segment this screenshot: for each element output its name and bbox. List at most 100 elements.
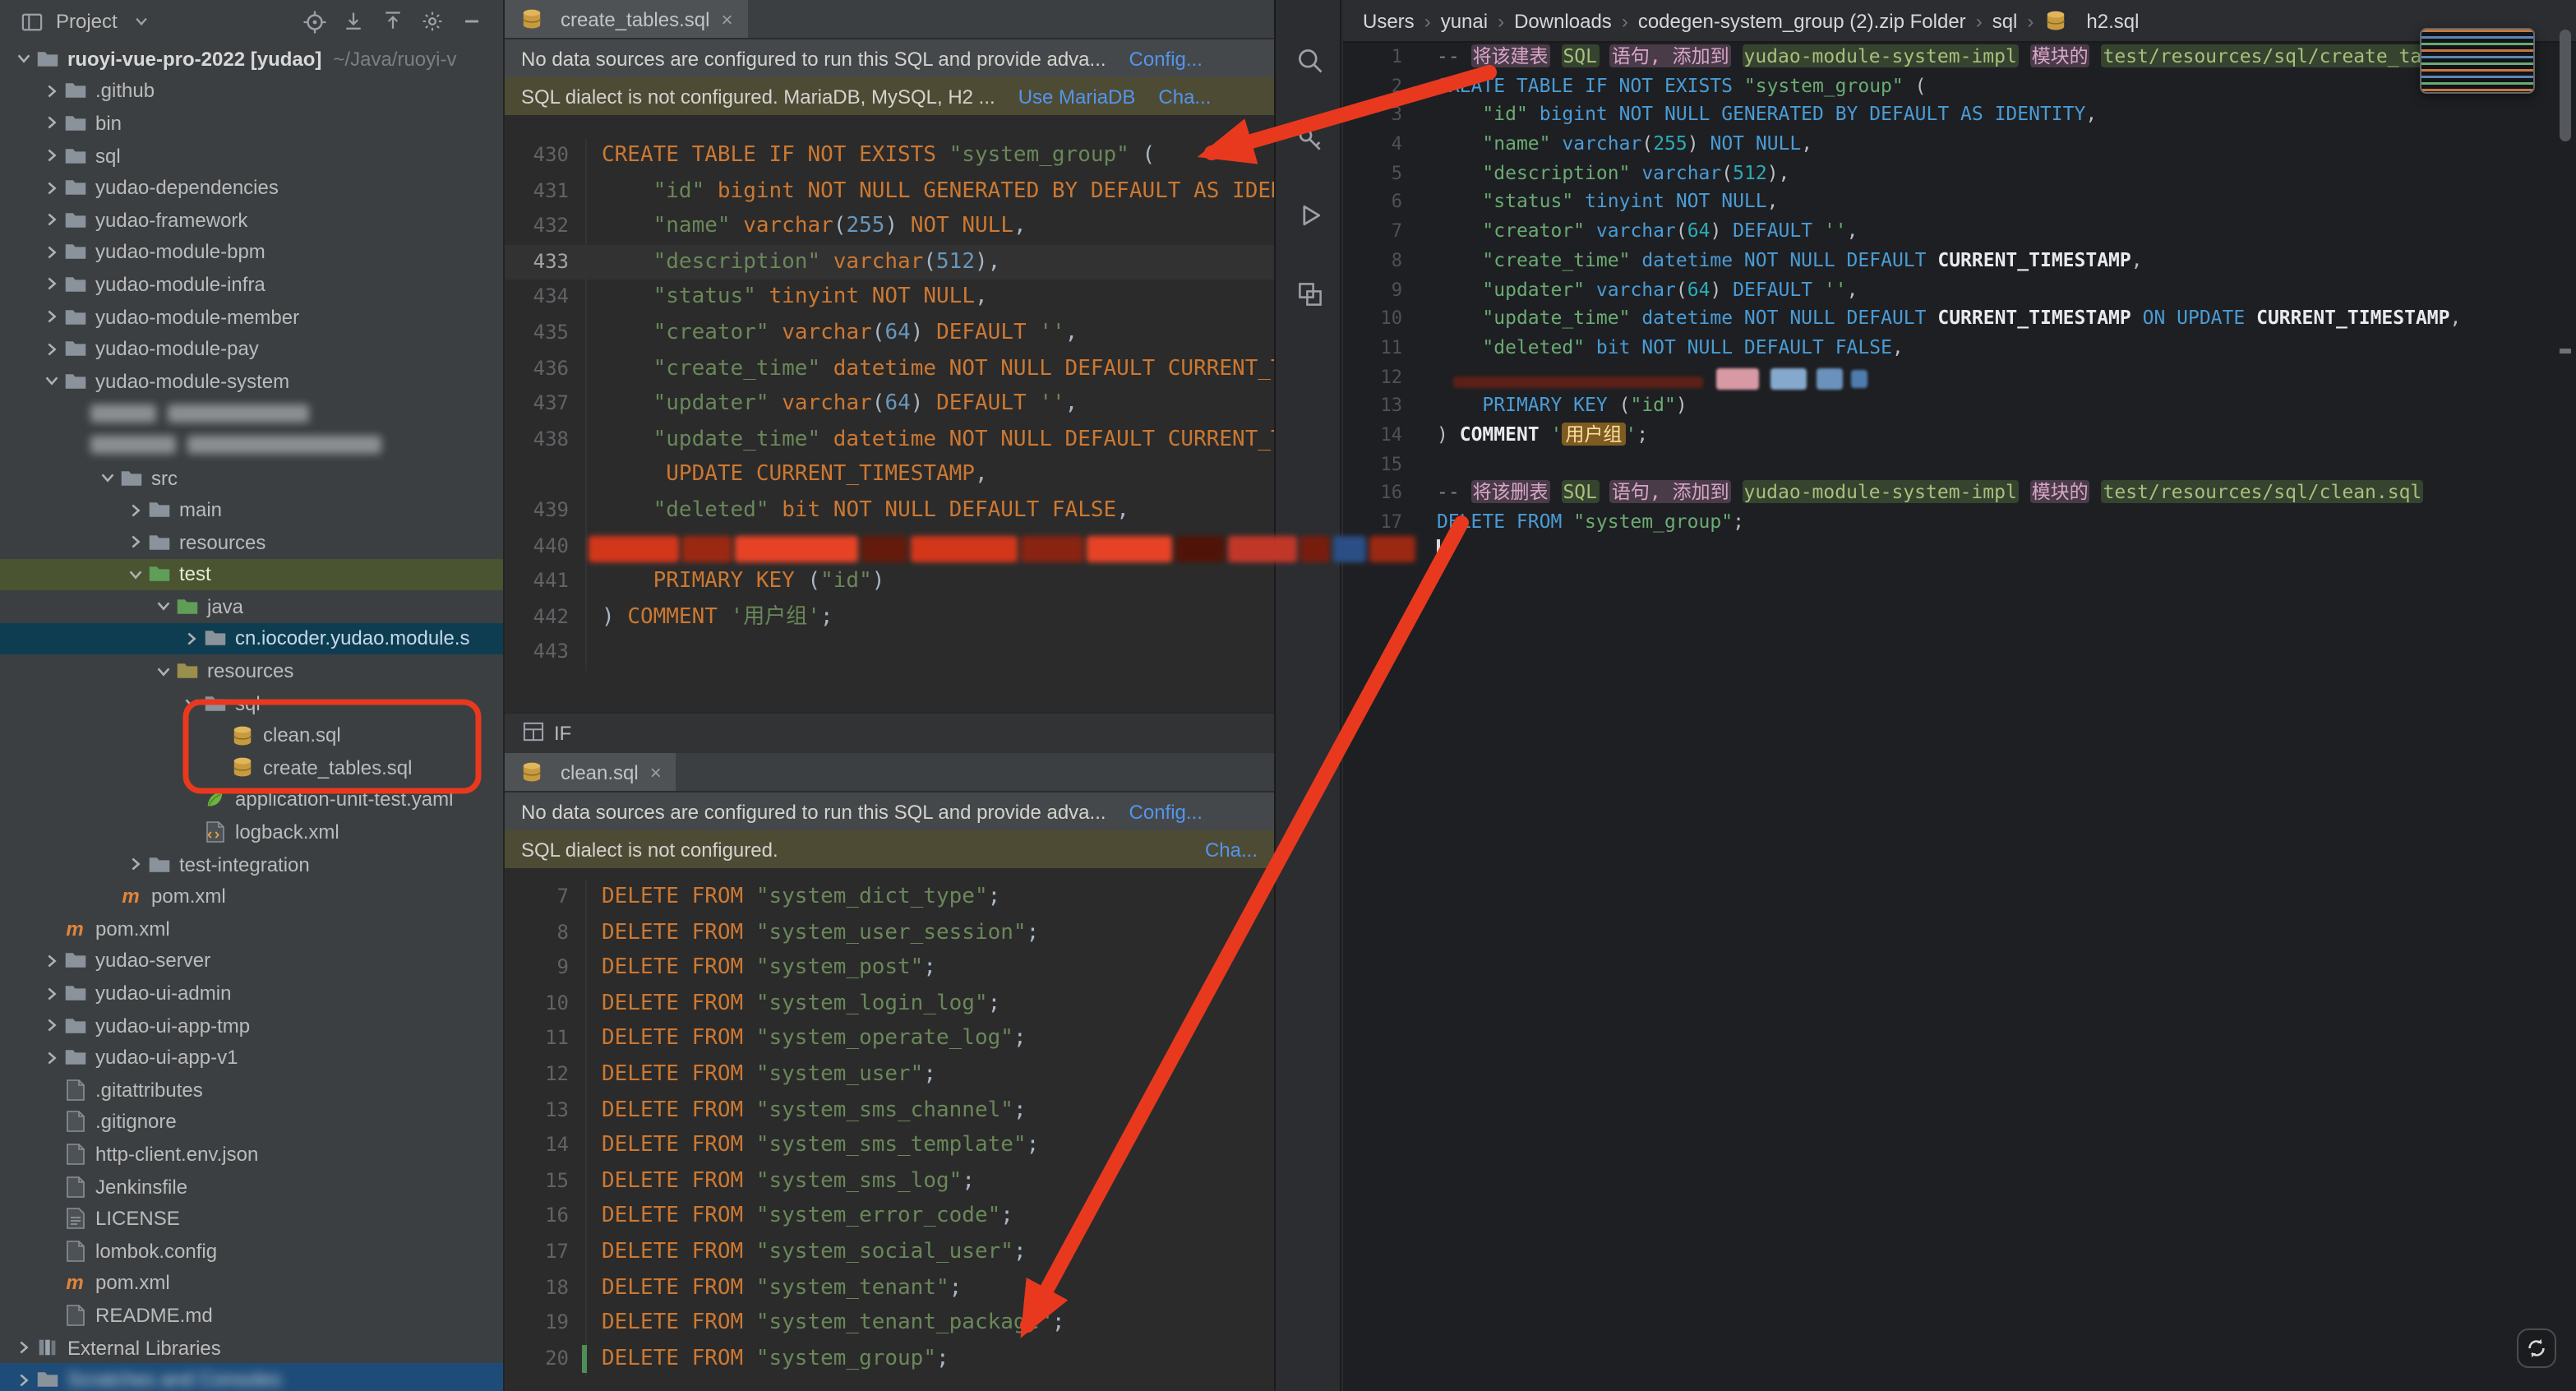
chevron-right-icon[interactable] [41,178,62,196]
code-editor-clean[interactable]: 7DELETE FROM "system_dict_type";8DELETE … [505,868,1274,1391]
chevron-right-icon[interactable] [13,1370,35,1389]
code-line[interactable]: 8DELETE FROM "system_user_session"; [505,915,1274,950]
tree-item[interactable]: Jenkinsfile [0,1171,503,1203]
configure-link[interactable]: Config... [1129,800,1203,823]
tree-item[interactable]: .gitignore [0,1106,503,1138]
tree-item[interactable] [0,397,503,429]
chevron-down-icon[interactable] [13,50,35,68]
chevron-right-icon[interactable] [41,275,62,293]
code-line[interactable]: 440 [505,529,1274,564]
tree-item[interactable]: lombok.config [0,1235,503,1267]
settings-gear-icon[interactable] [418,7,447,36]
code-line[interactable]: 2CREATE TABLE IF NOT EXISTS "system_grou… [1343,72,2576,100]
chevron-down-icon[interactable] [127,7,157,36]
code-line[interactable]: 430CREATE TABLE IF NOT EXISTS "system_gr… [505,138,1274,173]
tree-item[interactable] [0,429,503,461]
tab-create-tables-sql[interactable]: create_tables.sql × [505,0,748,38]
layout-windows-icon[interactable] [1276,266,1343,322]
tree-item[interactable]: cn.iocoder.yudao.module.s [0,622,503,654]
chevron-right-icon[interactable] [41,952,62,970]
chevron-right-icon[interactable] [13,1338,35,1356]
code-line[interactable]: 10DELETE FROM "system_login_log"; [505,987,1274,1022]
tree-item[interactable]: clean.sql [0,719,503,751]
code-line[interactable]: 16DELETE FROM "system_error_code"; [505,1199,1274,1235]
code-line[interactable]: 1-- 将该建表 SQL 语句, 添加到 yudao-module-system… [1343,43,2576,72]
chevron-down-icon[interactable] [97,469,118,487]
tree-item[interactable]: yudao-module-infra [0,268,503,300]
tab-clean-sql[interactable]: clean.sql × [505,753,676,791]
code-line[interactable]: 441 PRIMARY KEY ("id") [505,564,1274,599]
code-line[interactable]: 436 "create_time" datetime NOT NULL DEFA… [505,351,1274,386]
code-line[interactable]: 15 [1343,450,2576,478]
tree-item[interactable]: yudao-ui-admin [0,977,503,1009]
tree-item[interactable]: mpom.xml [0,913,503,945]
code-line[interactable]: 17DELETE FROM "system_group"; [1343,508,2576,537]
breadcrumb-item[interactable]: Users [1363,9,1415,32]
tree-item[interactable]: yudao-server [0,945,503,977]
change-dialect-link[interactable]: Cha... [1205,838,1258,861]
code-line[interactable]: 20DELETE FROM "system_group"; [505,1341,1274,1376]
tree-item[interactable]: logback.xml [0,816,503,848]
code-line[interactable]: 5 "description" varchar(512), [1343,159,2576,188]
chevron-right-icon[interactable] [41,211,62,229]
chevron-right-icon[interactable] [181,630,202,648]
tree-item[interactable]: ruoyi-vue-pro-2022 [yudao]~/Java/ruoyi-v [0,43,503,75]
tree-item[interactable]: External Libraries [0,1332,503,1364]
code-line[interactable]: 4 "name" varchar(255) NOT NULL, [1343,130,2576,159]
tree-item[interactable]: bin [0,107,503,139]
tree-item[interactable]: main [0,494,503,526]
breadcrumb-item[interactable]: Downloads [1514,9,1612,32]
tree-item[interactable]: LICENSE [0,1203,503,1235]
chevron-right-icon[interactable] [41,307,62,326]
tree-item[interactable]: src [0,461,503,493]
chevron-right-icon[interactable] [41,146,62,164]
tree-item[interactable]: .github [0,75,503,107]
search-icon[interactable] [1276,33,1343,89]
tree-item[interactable]: yudao-dependencies [0,172,503,204]
project-dropdown-label[interactable]: Project [56,10,118,33]
chevron-down-icon[interactable] [153,598,174,616]
structure-element-label[interactable]: IF [554,722,571,745]
code-line[interactable]: 439 "deleted" bit NOT NULL DEFAULT FALSE… [505,493,1274,529]
code-line[interactable]: 7 "creator" varchar(64) DEFAULT '', [1343,217,2576,246]
code-line[interactable]: 8 "create_time" datetime NOT NULL DEFAUL… [1343,247,2576,275]
code-line[interactable]: 12DELETE FROM "system_user"; [505,1057,1274,1093]
code-line[interactable]: 10 "update_time" datetime NOT NULL DEFAU… [1343,304,2576,333]
code-line[interactable]: 13 PRIMARY KEY ("id") [1343,392,2576,421]
code-line[interactable]: 442) COMMENT '用户组'; [505,599,1274,635]
code-line[interactable]: 17DELETE FROM "system_social_user"; [505,1235,1274,1270]
code-line[interactable]: 18DELETE FROM "system_tenant"; [505,1270,1274,1306]
tree-item[interactable]: yudao-ui-app-tmp [0,1010,503,1042]
tree-item[interactable]: test [0,558,503,590]
tree-item[interactable]: yudao-module-bpm [0,236,503,268]
tree-item[interactable]: yudao-module-pay [0,333,503,365]
project-tree[interactable]: ruoyi-vue-pro-2022 [yudao]~/Java/ruoyi-v… [0,43,503,1391]
run-debug-icon[interactable] [1276,187,1343,243]
code-line[interactable]: 438 "update_time" datetime NOT NULL DEFA… [505,423,1274,458]
tree-item[interactable]: yudao-framework [0,204,503,236]
tab-close-icon[interactable]: × [650,760,662,783]
code-line[interactable]: 431 "id" bigint NOT NULL GENERATED BY DE… [505,173,1274,209]
code-line[interactable]: 443 [505,635,1274,671]
tree-item[interactable]: resources [0,526,503,558]
code-line[interactable]: 15DELETE FROM "system_sms_log"; [505,1164,1274,1199]
expand-all-icon[interactable] [339,7,368,36]
code-line[interactable]: 435 "creator" varchar(64) DEFAULT '', [505,316,1274,351]
chevron-right-icon[interactable] [125,533,146,551]
tree-item[interactable]: application-unit-test.yaml [0,783,503,816]
scrollbar-thumb[interactable] [2560,30,2571,141]
configure-link[interactable]: Config... [1129,47,1203,70]
tree-item[interactable]: java [0,590,503,622]
tree-item[interactable]: create_tables.sql [0,751,503,783]
chevron-right-icon[interactable] [125,855,146,873]
tree-item[interactable]: README.md [0,1299,503,1331]
change-dialect-link[interactable]: Cha... [1158,85,1211,108]
breadcrumb-item[interactable]: h2.sql [2086,9,2139,32]
tab-close-icon[interactable]: × [721,7,732,30]
screen-record-icon[interactable] [2517,1329,2556,1368]
chevron-down-icon[interactable] [125,566,146,584]
tree-item[interactable]: resources [0,655,503,687]
code-line[interactable]: 13DELETE FROM "system_sms_channel"; [505,1093,1274,1128]
breadcrumb-item[interactable]: sql [1992,9,2018,32]
code-line[interactable]: 3 "id" bigint NOT NULL GENERATED BY DEFA… [1343,101,2576,130]
